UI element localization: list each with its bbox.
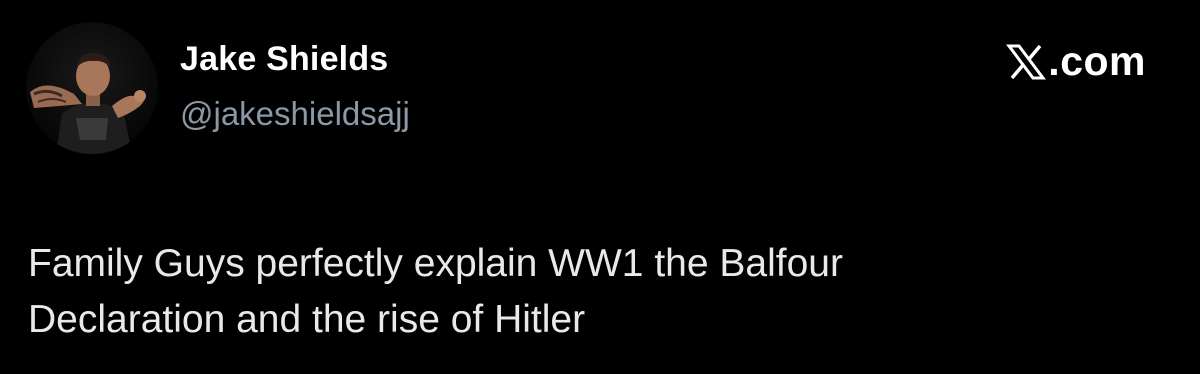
tweet-text-line: Declaration and the rise of Hitler: [28, 298, 586, 341]
x-com-watermark: .com: [1006, 38, 1146, 85]
tweet-text: Family Guys perfectly explain WW1 the Ba…: [28, 236, 1178, 348]
author-display-name[interactable]: Jake Shields: [180, 40, 388, 79]
tweet-card: Jake Shields @jakeshieldsajj .com Family…: [0, 0, 1200, 374]
x-logo-icon: [1006, 42, 1047, 82]
avatar[interactable]: [26, 22, 158, 154]
author-handle[interactable]: @jakeshieldsajj: [180, 95, 410, 133]
brand-domain-label: .com: [1048, 38, 1146, 84]
avatar-photo: [30, 52, 146, 154]
tweet-text-line: Family Guys perfectly explain WW1 the Ba…: [28, 242, 843, 285]
